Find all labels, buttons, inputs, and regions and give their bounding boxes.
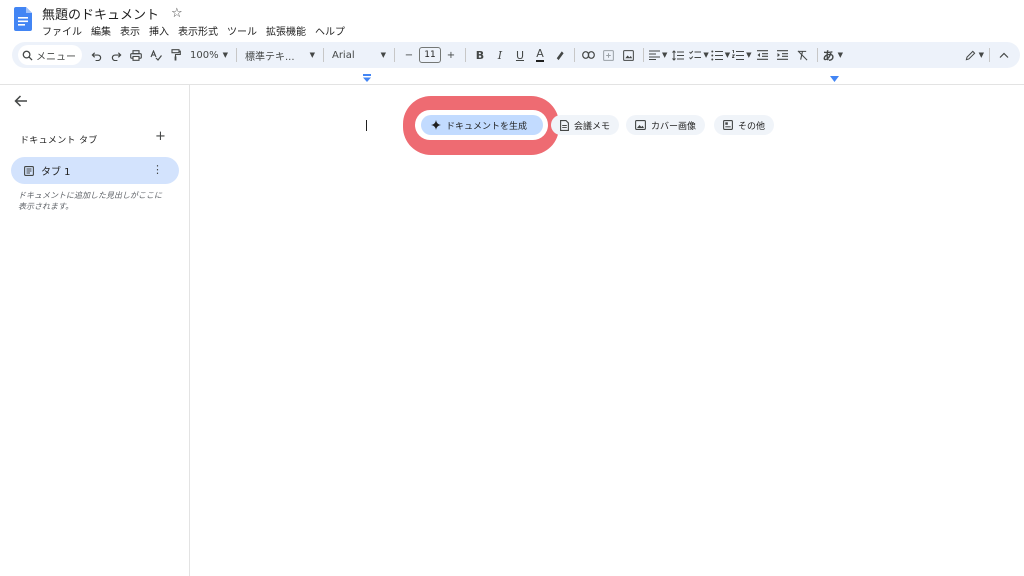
- highlight-pen-icon[interactable]: [551, 45, 569, 65]
- document-tabs-heading: ドキュメント タブ: [20, 136, 98, 146]
- chevron-down-icon: ▼: [837, 51, 843, 59]
- menu-tools[interactable]: ツール: [227, 23, 257, 38]
- clear-formatting-icon[interactable]: [794, 45, 812, 65]
- align-left-icon[interactable]: ▼: [648, 45, 668, 65]
- cover-image-chip[interactable]: カバー画像: [626, 115, 706, 135]
- image-icon: [635, 120, 646, 130]
- divider: [642, 48, 644, 62]
- editing-mode-pencil-icon[interactable]: ▼: [965, 45, 984, 65]
- chevron-down-icon: ▼: [746, 51, 752, 59]
- text-color-label: A: [536, 47, 544, 62]
- spellcheck-icon[interactable]: [147, 45, 165, 65]
- menu-file[interactable]: ファイル: [42, 23, 82, 38]
- increase-indent-icon[interactable]: [774, 45, 792, 65]
- divider: [235, 48, 237, 62]
- font-value: Arial: [331, 49, 355, 61]
- generate-document-chip[interactable]: ドキュメントを生成: [421, 115, 543, 135]
- chevron-down-icon: ▼: [724, 51, 731, 59]
- generate-document-label: ドキュメントを生成: [446, 121, 528, 132]
- bold-button[interactable]: B: [471, 45, 489, 65]
- divider: [989, 48, 990, 62]
- document-icon: [560, 119, 569, 131]
- headings-hint: ドキュメントに追加した見出しがここに表示されます。: [18, 191, 162, 211]
- template-icon: [723, 120, 733, 130]
- checklist-icon[interactable]: ▼: [689, 45, 709, 65]
- search-icon: [22, 50, 33, 61]
- header: 無題のドキュメント ☆ ファイル 編集 表示 挿入 表示形式 ツール 拡張機能 …: [0, 0, 1024, 40]
- meeting-notes-label: 会議メモ: [574, 121, 611, 132]
- sparkle-icon: [431, 120, 441, 130]
- font-select[interactable]: Arial ▼: [328, 50, 390, 61]
- print-icon[interactable]: [127, 45, 145, 65]
- decrease-indent-icon[interactable]: [754, 45, 772, 65]
- underline-button[interactable]: U: [511, 45, 529, 65]
- input-tools-button[interactable]: あ ▼: [823, 45, 843, 65]
- menu-search[interactable]: メニュー: [18, 45, 82, 65]
- line-spacing-icon[interactable]: [669, 45, 687, 65]
- numbered-list-icon[interactable]: ▼: [732, 45, 752, 65]
- chevron-down-icon: ▼: [222, 51, 228, 59]
- divider: [573, 48, 575, 62]
- document-tab-icon: [24, 165, 34, 176]
- menu-help[interactable]: ヘルプ: [315, 23, 345, 38]
- zoom-value: 100%: [190, 49, 219, 61]
- insert-image-icon[interactable]: [620, 45, 638, 65]
- menu-view[interactable]: 表示: [120, 23, 140, 38]
- right-indent-marker[interactable]: [830, 76, 839, 82]
- other-templates-label: その他: [738, 121, 766, 132]
- add-tab-button[interactable]: +: [155, 129, 166, 144]
- chevron-down-icon: ▼: [380, 51, 386, 59]
- paragraph-style-value: 標準テキ...: [244, 51, 295, 63]
- document-title[interactable]: 無題のドキュメント: [42, 4, 159, 23]
- arrow-left-icon[interactable]: [14, 95, 28, 107]
- menu-format[interactable]: 表示形式: [178, 23, 218, 38]
- menu-extensions[interactable]: 拡張機能: [266, 23, 306, 38]
- zoom-select[interactable]: 100% ▼: [186, 50, 232, 61]
- chevron-down-icon: ▼: [703, 51, 709, 59]
- cover-image-label: カバー画像: [651, 121, 697, 132]
- toolbar: メニュー 100% ▼ 標準テキ... ▼ Arial ▼ − 11 + B I U …: [12, 42, 1020, 68]
- decrease-font-size-button[interactable]: −: [400, 45, 418, 65]
- tab-1[interactable]: タブ 1 ⋮: [11, 157, 179, 184]
- link-icon[interactable]: [580, 45, 598, 65]
- paragraph-style-select[interactable]: 標準テキ... ▼: [241, 48, 319, 63]
- menu-edit[interactable]: 編集: [91, 23, 111, 38]
- undo-icon[interactable]: [87, 45, 105, 65]
- chevron-down-icon: ▼: [978, 51, 984, 59]
- redo-icon[interactable]: [107, 45, 125, 65]
- menu-bar: ファイル 編集 表示 挿入 表示形式 ツール 拡張機能 ヘルプ: [42, 23, 345, 38]
- text-cursor: [366, 120, 367, 131]
- menu-insert[interactable]: 挿入: [149, 23, 169, 38]
- menu-search-label: メニュー: [36, 51, 76, 63]
- increase-font-size-button[interactable]: +: [442, 45, 460, 65]
- chevron-down-icon: ▼: [309, 51, 315, 59]
- meeting-notes-chip[interactable]: 会議メモ: [551, 115, 620, 135]
- other-templates-chip[interactable]: その他: [714, 115, 775, 135]
- font-size-input[interactable]: 11: [418, 47, 441, 63]
- document-tabs-sidebar: ドキュメント タブ + タブ 1 ⋮ ドキュメントに追加した見出しがここに表示さ…: [0, 85, 190, 576]
- left-indent-marker[interactable]: [362, 74, 372, 83]
- divider: [464, 48, 466, 62]
- text-color-button[interactable]: A: [531, 45, 549, 65]
- paint-format-icon[interactable]: [167, 45, 185, 65]
- input-mode-label: あ: [822, 48, 835, 63]
- star-icon[interactable]: ☆: [171, 7, 183, 20]
- divider: [816, 48, 818, 62]
- divider: [322, 48, 324, 62]
- more-vert-icon[interactable]: ⋮: [152, 163, 163, 176]
- collapse-toolbar-icon[interactable]: [995, 45, 1013, 65]
- tab-1-label: タブ 1: [41, 167, 71, 178]
- chevron-down-icon: ▼: [661, 51, 668, 59]
- bulleted-list-icon[interactable]: ▼: [711, 45, 730, 65]
- google-docs-icon[interactable]: [14, 7, 32, 31]
- add-comment-icon[interactable]: [600, 45, 618, 65]
- divider: [393, 48, 395, 62]
- italic-button[interactable]: I: [491, 45, 509, 65]
